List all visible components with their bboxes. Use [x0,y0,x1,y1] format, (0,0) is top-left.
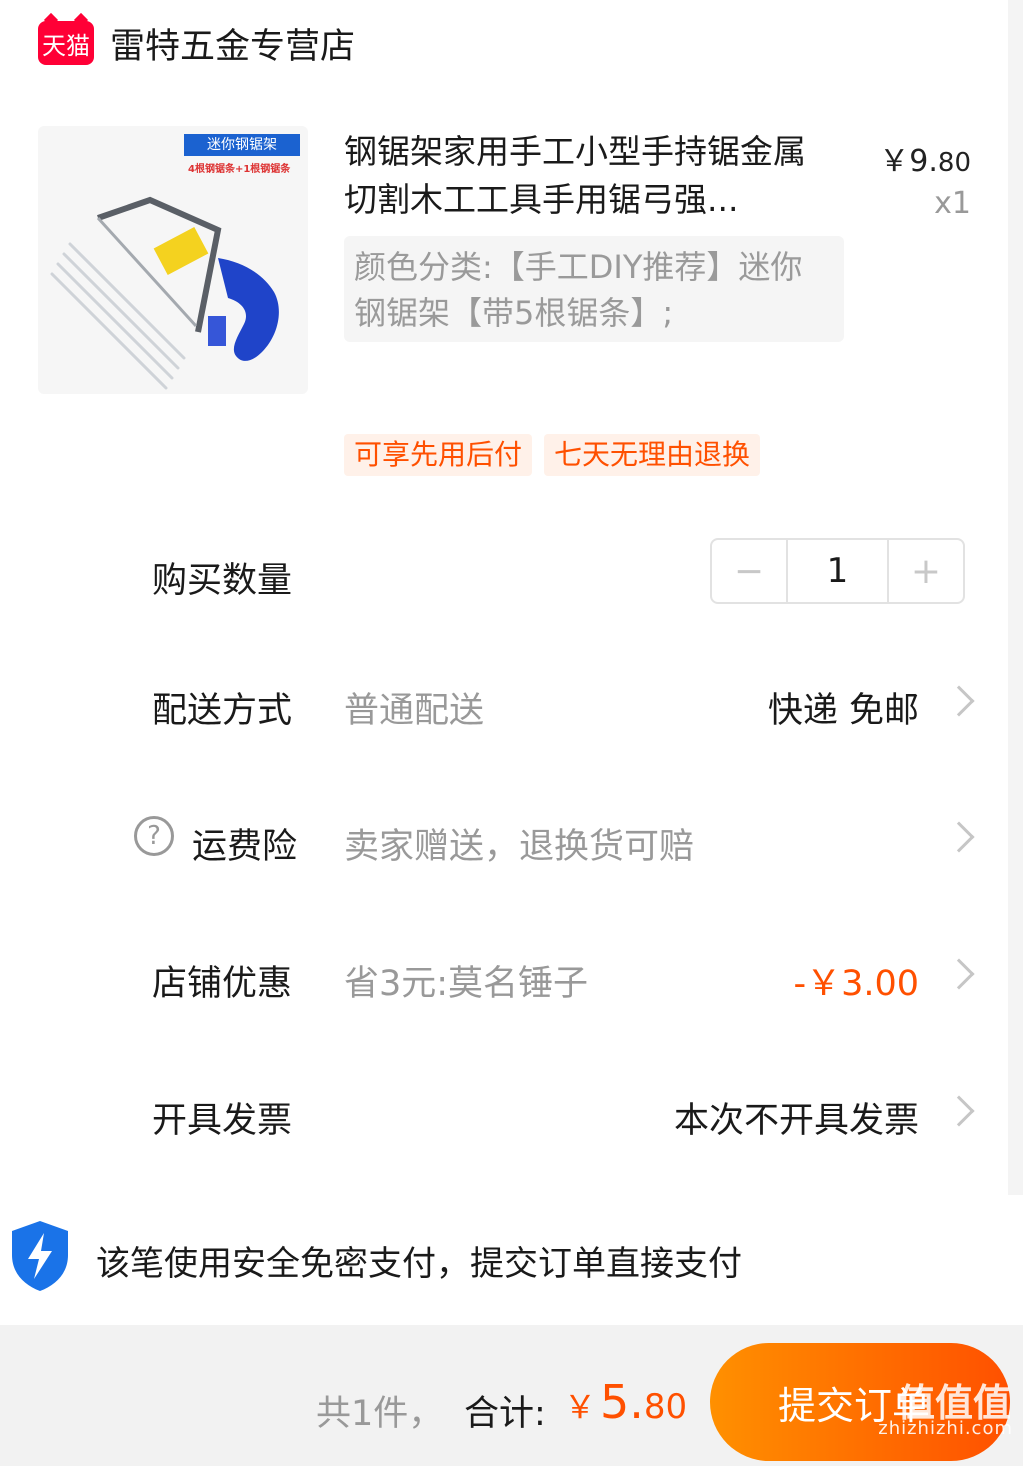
shipping-insurance-label: 运费险 [192,827,298,867]
delivery-desc: 普通配送 [344,691,485,731]
store-name[interactable]: 雷特五金专营店 [110,18,355,69]
invoice-label: 开具发票 [152,1101,293,1141]
secure-pay-notice: 该笔使用安全免密支付，提交订单直接支付 [0,1195,1023,1325]
store-discount-desc: 省3元:莫名锤子 [344,964,589,1004]
total-label: 合计: [464,1394,546,1434]
chevron-right-icon [943,958,975,990]
quantity-stepper[interactable]: − 1 + [710,538,965,604]
total-currency: ￥ [564,1388,597,1426]
hacksaw-illustration [50,196,279,390]
invoice-value: 本次不开具发票 [673,1101,919,1141]
order-card: 天猫 雷特五金专营店 迷你钢锯架 4根钢锯条+1根钢锯条 钢锯架家用手工小型手持… [0,0,1023,1195]
unit-price-int: 9. [909,144,938,179]
unit-price-dec: 80 [937,148,971,178]
watermark-url: zhizhizhi.com [878,1418,1013,1439]
total-int: 5. [600,1375,644,1429]
delivery-value: 快递 免邮 [767,691,919,731]
card-edge [1008,0,1023,1195]
help-icon[interactable]: ? [134,816,174,856]
chevron-right-icon [943,821,975,853]
unit-price: ￥9.80 [879,136,971,180]
store-header[interactable]: 天猫 雷特五金专营店 [38,18,355,68]
store-discount-value: -￥3.00 [793,964,919,1004]
unit-quantity: x1 [934,186,971,221]
tag-seven-day-return: 七天无理由退换 [544,434,761,476]
sku-selection[interactable]: 颜色分类:【手工DIY推荐】迷你钢锯架【带5根锯条】; [344,236,844,342]
checkout-bar: 共1件， 合计: ￥ 5. 80 提交订单 [0,1325,1023,1466]
shipping-insurance-desc: 卖家赠送，退换货可赔 [344,827,695,867]
quantity-label: 购买数量 [152,561,293,601]
service-tags: 可享先用后付 七天无理由退换 [344,434,761,476]
decrement-button[interactable]: − [712,540,786,602]
unit-price-symbol: ￥ [879,144,910,179]
total-amount: ￥ 5. 80 [564,1375,687,1429]
chevron-right-icon [943,1095,975,1127]
store-discount-label: 店铺优惠 [152,964,293,1004]
shield-lightning-icon [12,1221,68,1291]
total-dec: 80 [643,1387,688,1427]
quantity-value[interactable]: 1 [786,540,889,602]
secure-pay-text: 该笔使用安全免密支付，提交订单直接支付 [96,1244,742,1284]
delivery-label: 配送方式 [152,691,293,731]
tmall-logo: 天猫 [38,21,94,65]
increment-button[interactable]: + [889,540,963,602]
product-image[interactable]: 迷你钢锯架 4根钢锯条+1根钢锯条 [38,126,308,394]
product-title[interactable]: 钢锯架家用手工小型手持锯金属切割木工工具手用锯弓强... [344,128,824,224]
chevron-right-icon [943,685,975,717]
tag-pay-later: 可享先用后付 [344,434,533,476]
item-count: 共1件， [316,1394,444,1434]
